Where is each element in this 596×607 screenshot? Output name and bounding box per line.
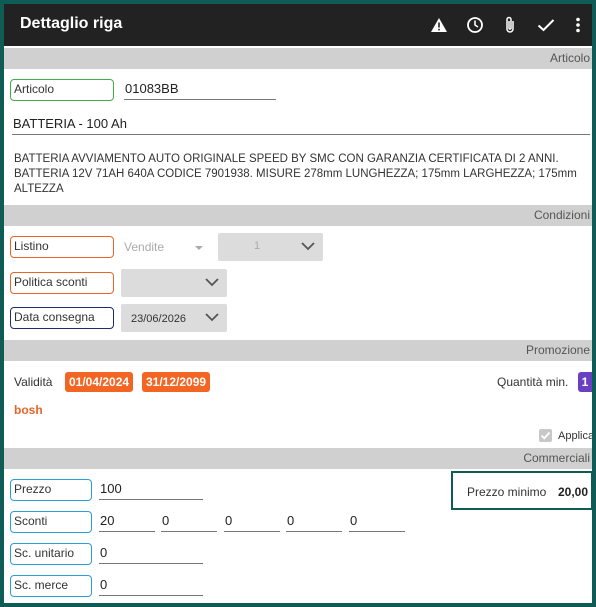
prezzo-field[interactable]: 100	[99, 480, 203, 500]
chevron-down-icon	[205, 278, 219, 290]
quantita-min-label: Quantità min.	[497, 375, 569, 389]
sconto-field-4[interactable]: 0	[286, 512, 342, 532]
articolo-name-field[interactable]: BATTERIA - 100 Ah	[12, 115, 590, 135]
section-header-condizioni: Condizioni	[4, 205, 592, 226]
page-title: Dettaglio riga	[20, 15, 123, 32]
more-vert-icon[interactable]	[567, 14, 589, 36]
clock-icon[interactable]	[464, 14, 486, 36]
listino-label: Listino	[10, 236, 114, 258]
quantita-min-badge: 1	[578, 372, 592, 392]
paperclip-icon[interactable]	[499, 14, 521, 36]
prezzo-label: Prezzo	[10, 479, 92, 501]
prezzo-minimo-box: Prezzo minimo 20,00	[451, 471, 592, 510]
app-bar: Dettaglio riga	[4, 4, 592, 46]
section-header-commerciali: Commerciali	[4, 448, 592, 469]
listino-qty-select[interactable]: 1	[218, 233, 323, 261]
sc-merce-field[interactable]: 0	[99, 576, 203, 596]
prezzo-minimo-label: Prezzo minimo	[467, 485, 547, 499]
applica-checkbox[interactable]	[539, 429, 552, 442]
app-window: Dettaglio riga Articolo Articolo 01083BB…	[4, 4, 592, 603]
validita-label: Validità	[14, 375, 53, 389]
validita-date-from-badge: 01/04/2024	[65, 372, 134, 392]
chevron-down-icon	[205, 313, 219, 325]
data-consegna-select[interactable]: 23/06/2026	[121, 304, 227, 332]
check-icon	[540, 431, 551, 440]
politica-sconti-select[interactable]	[121, 269, 227, 297]
sconto-field-3[interactable]: 0	[224, 512, 280, 532]
warning-icon[interactable]	[428, 14, 450, 36]
sconto-field-5[interactable]: 0	[349, 512, 405, 532]
data-consegna-value: 23/06/2026	[131, 313, 187, 325]
section-header-promozione: Promozione	[4, 340, 592, 361]
sc-merce-label: Sc. merce	[10, 575, 92, 597]
chevron-down-icon	[301, 242, 315, 254]
articolo-label: Articolo	[10, 79, 114, 101]
data-consegna-label: Data consegna	[10, 307, 114, 329]
articolo-code-field[interactable]: 01083BB	[124, 80, 276, 100]
listino-qty-value: 1	[254, 240, 261, 252]
sc-unitario-field[interactable]: 0	[99, 544, 203, 564]
applica-label: Applica	[558, 430, 592, 442]
section-header-articolo: Articolo	[4, 48, 592, 69]
articolo-description: BATTERIA AVVIAMENTO AUTO ORIGINALE SPEED…	[14, 153, 577, 195]
sconto-field-1[interactable]: 20	[99, 512, 155, 532]
validita-date-to-badge: 31/12/2099	[142, 372, 211, 392]
promo-brand: bosh	[14, 403, 43, 417]
check-icon[interactable]	[535, 14, 557, 36]
listino-dropdown-icon[interactable]	[194, 240, 204, 254]
listino-select-value[interactable]: Vendite	[124, 240, 164, 254]
prezzo-minimo-value: 20,00	[558, 485, 589, 499]
politica-sconti-label: Politica sconti	[10, 272, 114, 294]
sconto-field-2[interactable]: 0	[161, 512, 217, 532]
sc-unitario-label: Sc. unitario	[10, 543, 92, 565]
sconti-label: Sconti	[10, 511, 92, 533]
